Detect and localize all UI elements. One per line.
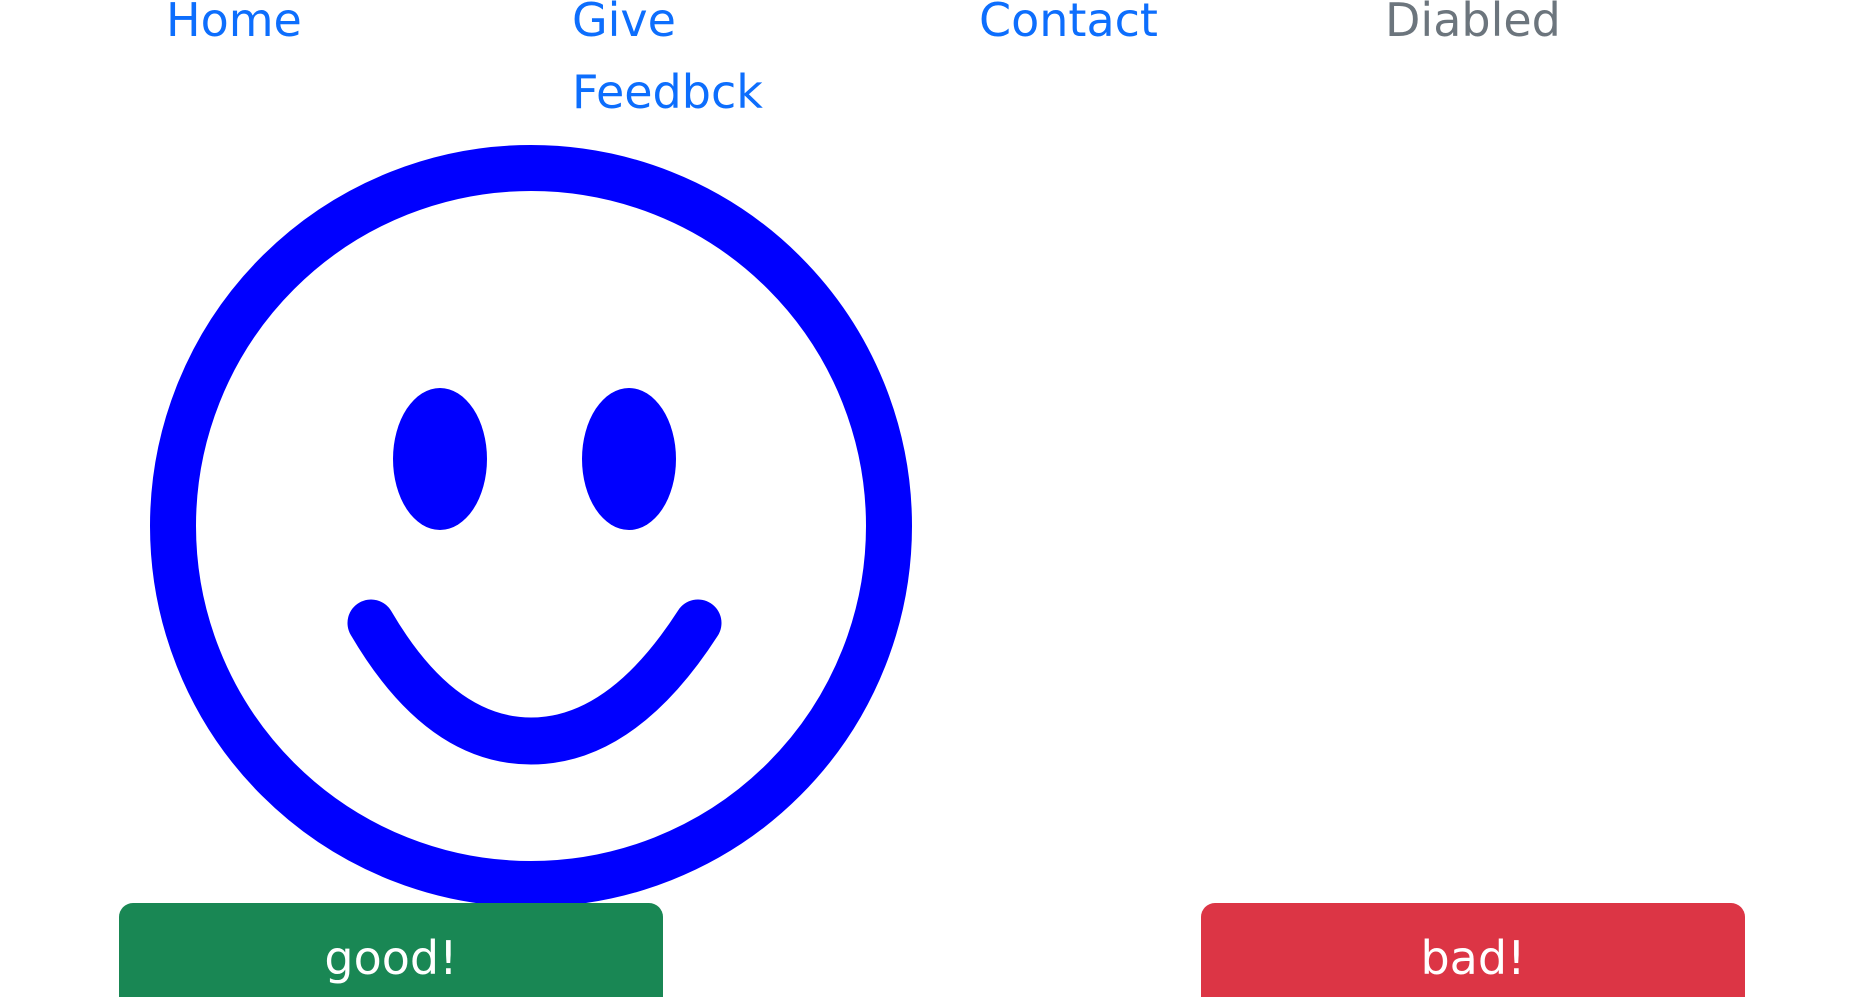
nav-link-contact[interactable]: Contact: [979, 0, 1219, 56]
nav-link-home[interactable]: Home: [166, 0, 406, 56]
feedback-page: Home Give Feedbck Contact Diabled good! …: [0, 0, 1874, 997]
right-eye: [582, 388, 676, 530]
face-outline: [150, 145, 912, 907]
good-button[interactable]: good!: [119, 903, 663, 997]
nav-link-disabled: Diabled: [1385, 0, 1561, 47]
smile-mouth: [347, 599, 722, 765]
bad-button[interactable]: bad!: [1201, 903, 1745, 997]
smiley-face-icon: [150, 145, 912, 907]
nav-link-give-feedback[interactable]: Give Feedbck: [572, 0, 792, 128]
left-eye: [393, 388, 487, 530]
